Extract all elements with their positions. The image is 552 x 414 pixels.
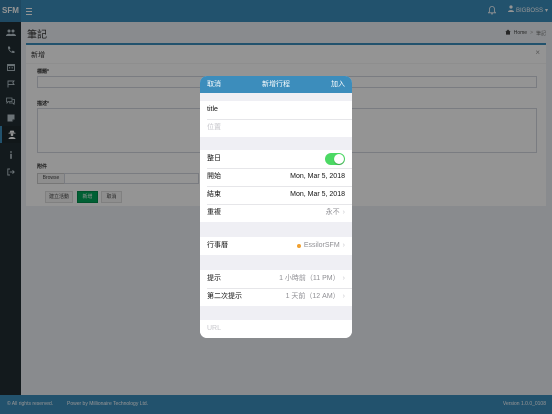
end-value: Mon, Mar 5, 2018 <box>290 191 345 198</box>
start-label: 開始 <box>207 173 221 180</box>
alert-row[interactable]: 提示 1 小時前（11 PM） › <box>200 270 352 288</box>
calendar-value-wrap: EssilorSFM › <box>296 237 345 255</box>
new-event-modal: 取消 新增行程 加入 title 位置 整日 開始 Mon, Mar 5, 20… <box>200 76 352 338</box>
modal-header: 取消 新增行程 加入 <box>200 76 352 93</box>
toggle-knob <box>334 154 344 164</box>
start-value: Mon, Mar 5, 2018 <box>290 173 345 180</box>
second-alert-value: 1 天前（12 AM） <box>285 293 340 300</box>
alert-group: 提示 1 小時前（11 PM） › 第二次提示 1 天前（12 AM） › <box>200 270 352 306</box>
end-row[interactable]: 結束 Mon, Mar 5, 2018 <box>200 186 352 204</box>
chevron-right-icon: › <box>342 293 345 300</box>
repeat-row[interactable]: 重複 永不 › <box>200 204 352 222</box>
alert-value: 1 小時前（11 PM） <box>279 275 340 282</box>
all-day-label: 整日 <box>207 155 221 162</box>
second-alert-label: 第二次提示 <box>207 293 242 300</box>
location-input[interactable]: 位置 <box>200 119 352 137</box>
calendar-value: EssilorSFM <box>303 242 340 249</box>
chevron-right-icon: › <box>342 209 345 216</box>
title-value: title <box>207 106 218 113</box>
calendar-label: 行事曆 <box>207 242 228 249</box>
title-location-group: title 位置 <box>200 101 352 137</box>
url-group: URL <box>200 320 352 338</box>
calendar-row[interactable]: 行事曆 EssilorSFM › <box>200 237 352 255</box>
url-placeholder: URL <box>207 325 222 332</box>
all-day-toggle[interactable] <box>325 153 345 165</box>
alert-value-wrap: 1 小時前（11 PM） › <box>279 270 345 288</box>
url-input[interactable]: URL <box>200 320 352 338</box>
location-placeholder: 位置 <box>207 124 221 131</box>
chevron-right-icon: › <box>342 275 345 282</box>
datetime-group: 整日 開始 Mon, Mar 5, 2018 結束 Mon, Mar 5, 20… <box>200 150 352 222</box>
calendar-color-dot-icon <box>296 244 301 248</box>
alert-label: 提示 <box>207 275 221 282</box>
chevron-right-icon: › <box>342 242 345 249</box>
all-day-row: 整日 <box>200 150 352 168</box>
start-row[interactable]: 開始 Mon, Mar 5, 2018 <box>200 168 352 186</box>
end-label: 結束 <box>207 191 221 198</box>
modal-add-button[interactable]: 加入 <box>331 76 345 93</box>
second-alert-row[interactable]: 第二次提示 1 天前（12 AM） › <box>200 288 352 306</box>
title-input[interactable]: title <box>200 101 352 119</box>
modal-title: 新增行程 <box>262 81 290 88</box>
repeat-value-wrap: 永不 › <box>326 204 345 222</box>
repeat-label: 重複 <box>207 209 221 216</box>
calendar-group: 行事曆 EssilorSFM › <box>200 237 352 255</box>
second-alert-value-wrap: 1 天前（12 AM） › <box>286 288 345 306</box>
repeat-value: 永不 <box>325 209 340 216</box>
